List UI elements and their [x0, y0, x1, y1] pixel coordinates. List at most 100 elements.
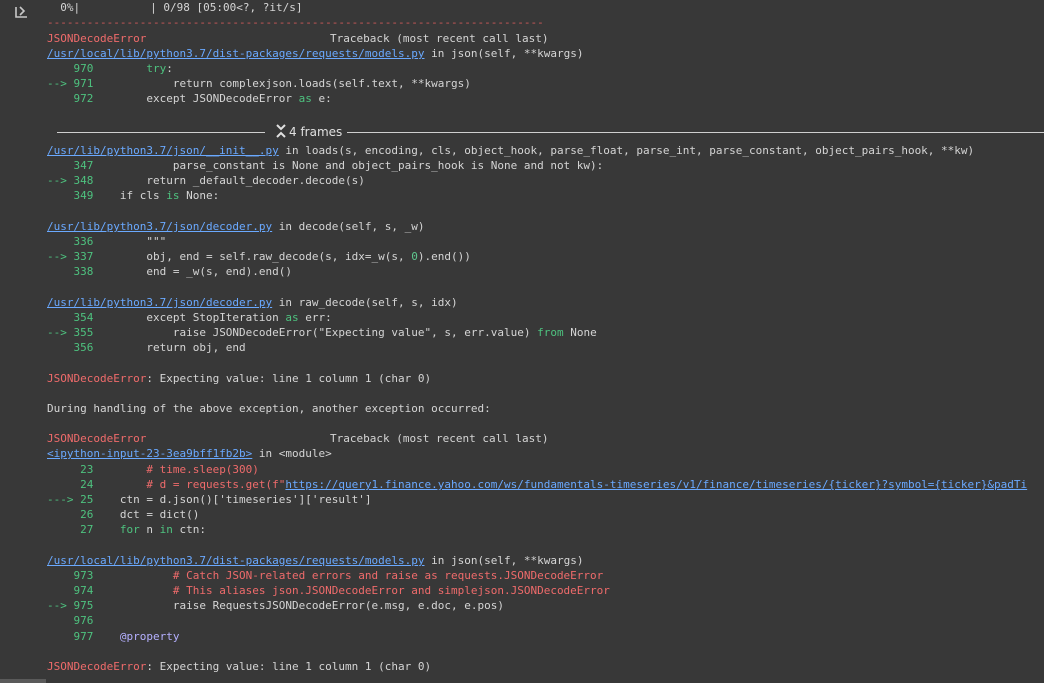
code-text: e:	[311, 92, 332, 105]
code-line: 347 parse_constant is None and object_pa…	[47, 158, 603, 173]
comment: # This aliases json.JSONDecodeError and …	[93, 584, 610, 597]
traceback-title: Traceback (most recent call last)	[330, 32, 549, 45]
file-link[interactable]: /usr/lib/python3.7/json/decoder.py	[47, 296, 272, 309]
error-name: JSONDecodeError	[47, 372, 147, 385]
keyword: try	[146, 62, 167, 75]
line-number: 354	[47, 311, 94, 324]
comment: # d = requests.get(f"	[93, 478, 286, 491]
chained-exception-note: During handling of the above exception, …	[47, 402, 491, 415]
line-number: 23	[47, 463, 94, 476]
function-signature: in loads(s, encoding, cls, object_hook, …	[278, 144, 975, 157]
file-link[interactable]: /usr/local/lib/python3.7/dist-packages/r…	[47, 554, 425, 567]
horizontal-scrollbar[interactable]	[0, 679, 46, 683]
frame-location: /usr/local/lib/python3.7/dist-packages/r…	[47, 553, 583, 568]
comment: # time.sleep(300)	[93, 463, 259, 476]
separator: ----------------------------------------…	[47, 16, 544, 29]
code-text: n	[139, 523, 160, 536]
error-message: JSONDecodeError: Expecting value: line 1…	[47, 659, 431, 674]
code-line: 349 if cls is None:	[47, 188, 219, 203]
file-link[interactable]: /usr/lib/python3.7/json/decoder.py	[47, 220, 272, 233]
url-link[interactable]: https://query1.finance.yahoo.com/ws/fund…	[285, 478, 1027, 491]
function-signature: in raw_decode(self, s, idx)	[272, 296, 458, 309]
frames-label: 4 frames	[289, 125, 343, 139]
error-text: : Expecting value: line 1 column 1 (char…	[146, 660, 432, 673]
line-number: 977	[47, 630, 94, 643]
frame-location: /usr/lib/python3.7/json/decoder.py in ra…	[47, 295, 458, 310]
file-link[interactable]: /usr/local/lib/python3.7/dist-packages/r…	[47, 47, 425, 60]
function-signature: in json(self, **kwargs)	[424, 47, 584, 60]
code-text: if cls	[93, 189, 167, 202]
code-text: dct = dict()	[93, 508, 200, 521]
code-text: obj, end = self.raw_decode(s, idx=_w(s,	[93, 250, 412, 263]
code-line: 970 try:	[47, 61, 173, 76]
line-number: 24	[47, 478, 94, 491]
line-number: 26	[47, 508, 94, 521]
line-number: 974	[47, 584, 94, 597]
code-text: parse_constant is None and object_pairs_…	[93, 159, 604, 172]
keyword: for	[93, 523, 140, 536]
code-line: 336 """	[47, 234, 166, 249]
line-number: --> 337	[47, 250, 94, 263]
traceback-header: JSONDecodeError Traceback (most recent ca…	[47, 31, 549, 46]
code-line: 338 end = _w(s, end).end()	[47, 264, 292, 279]
line-number: 347	[47, 159, 94, 172]
code-line-current: --> 355 raise JSONDecodeError("Expecting…	[47, 325, 597, 340]
line-number: ---> 25	[47, 493, 94, 506]
function-signature: in decode(self, s, _w)	[272, 220, 425, 233]
code-text: err:	[298, 311, 332, 324]
code-text: except StopIteration	[93, 311, 286, 324]
function-signature: in json(self, **kwargs)	[424, 554, 584, 567]
line-number: 336	[47, 235, 94, 248]
file-link[interactable]: /usr/lib/python3.7/json/__init__.py	[47, 144, 279, 157]
traceback-header: JSONDecodeError Traceback (most recent ca…	[47, 431, 549, 446]
line-number: 976	[47, 614, 94, 627]
line-number: 972	[47, 92, 94, 105]
keyword: in	[159, 523, 173, 536]
error-message: JSONDecodeError: Expecting value: line 1…	[47, 371, 431, 386]
code-text: end = _w(s, end).end()	[93, 265, 293, 278]
file-link[interactable]: <ipython-input-23-3ea9bff1fb2b>	[47, 447, 252, 460]
code-text: return complexjson.loads(self.text, **kw…	[93, 77, 471, 90]
decorator: @property	[93, 630, 180, 643]
expand-icon	[276, 124, 286, 138]
keyword: as	[298, 92, 312, 105]
expand-frames-button[interactable]: 4 frames	[276, 124, 342, 140]
clear-output-icon[interactable]	[14, 4, 30, 20]
code-line: 973 # Catch JSON-related errors and rais…	[47, 568, 603, 583]
line-number: 973	[47, 569, 94, 582]
function-signature: in <module>	[252, 447, 332, 460]
code-line: 977 @property	[47, 629, 179, 644]
code-text: ctn:	[172, 523, 206, 536]
error-name: JSONDecodeError	[47, 660, 147, 673]
code-text: return obj, end	[93, 341, 246, 354]
code-line: 23 # time.sleep(300)	[47, 462, 259, 477]
progress-line: 0%| | 0/98 [05:00<?, ?it/s]	[47, 0, 302, 15]
line-number: 356	[47, 341, 94, 354]
error-name: JSONDecodeError	[47, 32, 147, 45]
line-number: 970	[47, 62, 94, 75]
code-text: raise JSONDecodeError("Expecting value",…	[93, 326, 538, 339]
code-line-current: --> 971 return complexjson.loads(self.te…	[47, 76, 471, 91]
code-text: ).end())	[417, 250, 471, 263]
code-text: raise RequestsJSONDecodeError(e.msg, e.d…	[93, 599, 504, 612]
line-number: 27	[47, 523, 94, 536]
keyword: as	[285, 311, 299, 324]
divider	[347, 132, 1044, 133]
code-line-current: --> 348 return _default_decoder.decode(s…	[47, 173, 365, 188]
code-line-current: --> 337 obj, end = self.raw_decode(s, id…	[47, 249, 471, 264]
line-number: 338	[47, 265, 94, 278]
frame-location: /usr/lib/python3.7/json/__init__.py in l…	[47, 143, 974, 158]
frame-location: <ipython-input-23-3ea9bff1fb2b> in <modu…	[47, 446, 332, 461]
code-line: 27 for n in ctn:	[47, 522, 206, 537]
comment: # Catch JSON-related errors and raise as…	[93, 569, 604, 582]
error-text: : Expecting value: line 1 column 1 (char…	[146, 372, 432, 385]
code-text: None:	[179, 189, 220, 202]
collapsed-frames-bar: 4 frames	[57, 124, 1044, 140]
code-text: :	[166, 62, 173, 75]
line-number: --> 975	[47, 599, 94, 612]
code-text: except JSONDecodeError	[93, 92, 299, 105]
progress-percent: 0%|	[47, 1, 81, 14]
code-line: 26 dct = dict()	[47, 507, 199, 522]
code-line-current: ---> 25 ctn = d.json()['timeseries']['re…	[47, 492, 372, 507]
